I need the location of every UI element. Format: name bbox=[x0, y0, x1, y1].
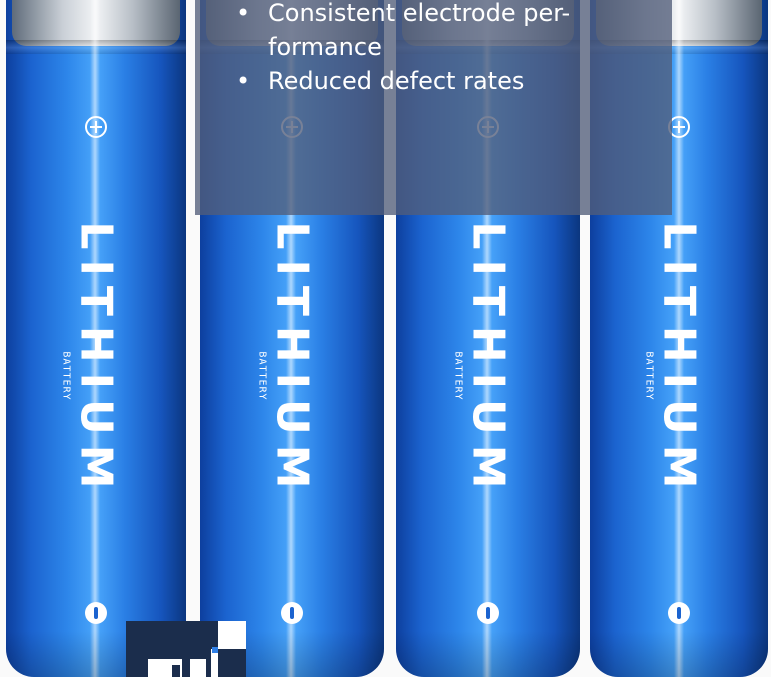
logo-mark bbox=[126, 621, 246, 677]
battery-sub-label: BATTERY bbox=[256, 351, 268, 401]
negative-terminal-icon bbox=[85, 602, 107, 624]
battery-cell: LITHIUM BATTERY bbox=[6, 0, 186, 677]
feature-bullet: Reduced defect rates bbox=[236, 64, 656, 98]
negative-terminal-icon bbox=[477, 602, 499, 624]
battery-brand-label: LITHIUM bbox=[266, 221, 318, 499]
negative-terminal-icon bbox=[668, 602, 690, 624]
negative-terminal-icon bbox=[281, 602, 303, 624]
positive-terminal-icon bbox=[85, 116, 107, 138]
battery-sub-label: BATTERY bbox=[452, 351, 464, 401]
feature-bullet-list: Consistent electrode per-formance Reduce… bbox=[236, 0, 656, 98]
battery-brand-label: LITHIUM bbox=[462, 221, 514, 499]
battery-brand-label: LITHIUM bbox=[70, 221, 122, 499]
feature-bullet: Consistent electrode per-formance bbox=[236, 0, 656, 64]
battery-brand-label: LITHIUM bbox=[653, 221, 705, 499]
battery-sub-label: BATTERY bbox=[60, 351, 72, 401]
battery-sub-label: BATTERY bbox=[643, 351, 655, 401]
